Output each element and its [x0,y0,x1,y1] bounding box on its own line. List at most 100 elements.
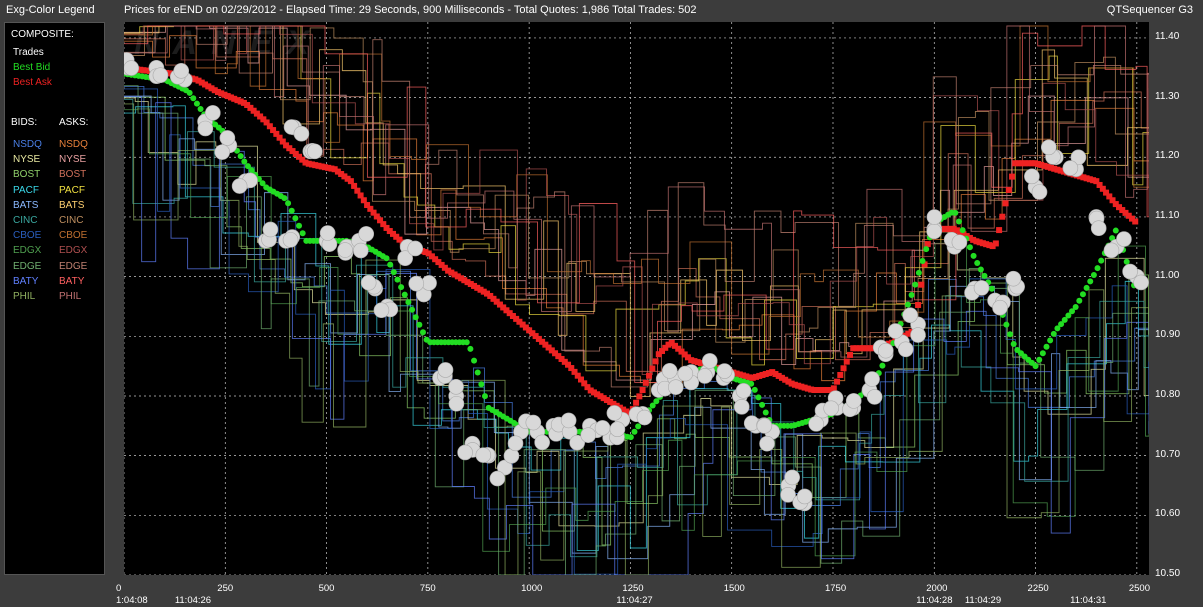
trade-point [205,105,221,121]
best-bid-point [919,257,926,264]
best-bid-point [419,329,426,336]
best-bid-point [970,252,977,259]
best-ask-point [843,358,850,365]
trade-point [560,412,577,429]
trade-point [878,342,894,359]
best-bid-point [912,281,919,288]
trade-point [197,120,214,137]
best-bid-point [463,339,470,346]
best-bid-point [190,95,197,102]
y-tick-label: 10.60 [1155,508,1181,520]
best-ask-point [992,240,999,247]
best-ask-point [834,378,841,385]
chart-title: Prices for eEND on 02/29/2012 - Elapsed … [124,0,697,20]
trade-point [534,434,550,451]
legend-bid-bats: BATS [13,199,39,211]
trade-point [1122,263,1138,280]
legend-ask-edgx: EDGX [59,245,88,257]
best-bid-point [478,381,485,388]
bid-line-bats [124,95,1149,560]
best-bid-point [474,369,481,376]
trade-point [1005,270,1022,287]
best-bid-point [1112,227,1119,234]
best-bid-point [237,153,244,160]
asks-label: ASKS: [59,117,89,128]
trade-point [926,209,943,225]
trade-point [152,67,169,84]
best-bid-point [383,255,390,262]
best-ask-point [646,372,653,379]
x-tick-label: 0 [116,583,122,594]
time-label: 11:04:28 [916,595,953,606]
y-tick-label: 11.20 [1155,150,1180,162]
price-chart[interactable]: NANEX [124,22,1149,575]
trade-point [306,143,323,160]
trade-point [845,393,862,409]
trade-point [756,418,773,434]
trade-point [735,383,752,399]
trade-point [214,144,230,160]
best-bid-point [1003,321,1010,328]
best-bid-point [197,105,204,112]
best-bid-point [974,260,981,267]
best-ask-point [1009,173,1016,180]
best-ask-point [924,241,931,248]
trade-point [677,365,694,382]
best-bid-point [988,285,995,292]
nanex-watermark: NANEX [134,24,323,62]
bids-label: BIDS: [11,117,38,128]
best-bid-point [981,272,988,279]
app-name: QTSequencer G3 [1106,0,1193,20]
best-ask-point [642,379,649,386]
trade-point [808,416,824,432]
plot-area[interactable]: NANEX [124,22,1149,575]
trade-point [733,399,750,415]
legend-best-ask: Best Ask [13,77,52,88]
x-tick-label: 2000 [926,583,948,594]
legend-bid-bost: BOST [13,169,41,181]
best-bid-point [631,428,638,435]
best-bid-point [879,362,886,369]
trade-point [951,234,968,251]
trade-point [1040,139,1057,156]
best-bid-point [1094,265,1101,272]
best-ask-point [918,281,925,288]
ask-line-bost [124,25,1149,372]
trade-point [231,178,248,194]
legend-bid-phil: PHIL [13,291,36,302]
trade-point [124,60,140,76]
trade-point [358,226,375,242]
trade-point [926,223,943,240]
x-tick-label: 1250 [622,583,644,594]
best-bid-point [1098,257,1105,264]
best-bid-point [751,386,758,393]
ask-line-edge [124,25,1149,388]
best-bid-point [1032,363,1039,370]
best-ask-point [840,365,847,372]
trade-point [262,221,279,238]
legend-ask-cboe: CBOE [59,230,88,242]
best-bid-point [1072,303,1079,310]
trade-point [1133,274,1149,291]
best-bid-point [762,409,769,416]
best-bid-point [405,299,412,306]
best-ask-point [847,351,854,358]
legend-bid-cboe: CBOE [13,230,42,242]
best-bid-point [467,345,474,352]
x-tick-label: 2250 [1027,583,1049,594]
trade-point [337,242,353,258]
best-bid-point [759,401,766,408]
bid-line-pacf [124,105,1149,551]
trade-point [902,307,918,324]
trade-point [373,302,390,319]
legend-ask-edge: EDGE [59,260,88,272]
best-bid-point [1039,350,1046,357]
trade-point [594,420,611,436]
y-tick-label: 10.70 [1155,448,1181,460]
trade-point [667,379,684,395]
best-bid-point [1050,330,1057,337]
best-bid-point [409,306,416,313]
trade-point [525,414,542,431]
x-axis: 0 250 500 750 1000 1250 1500 1750 2000 2250 2500 1:… [110,575,1160,607]
best-bid-point [296,222,303,229]
